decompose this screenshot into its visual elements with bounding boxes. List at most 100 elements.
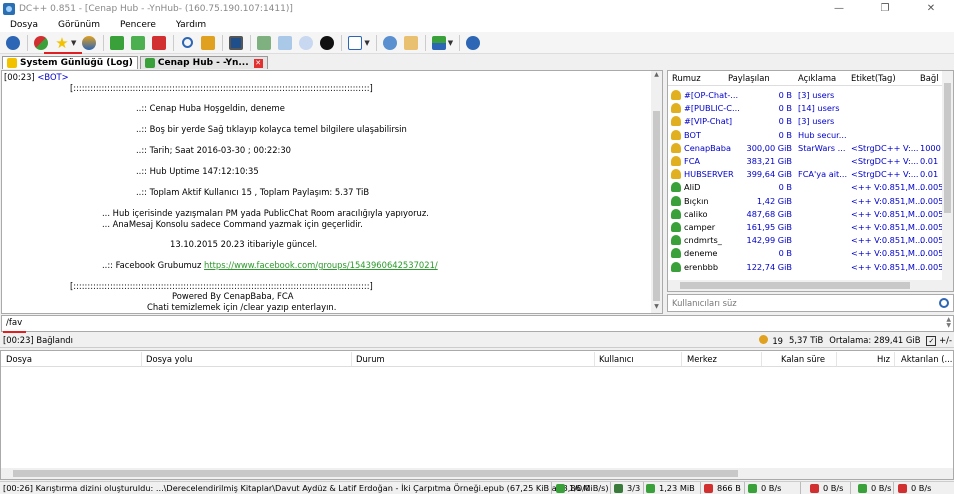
chat-line: Powered By CenapBaba, FCA	[172, 291, 294, 301]
recent-hubs-button[interactable]	[296, 34, 316, 52]
scrollbar-thumb[interactable]	[680, 282, 910, 289]
column-transferred[interactable]: Aktarılan (...	[901, 354, 952, 364]
user-row[interactable]: #[VIP-Chat] 0 B [3] users	[668, 115, 944, 128]
column-tag[interactable]: Etiket(Tag)	[851, 73, 896, 83]
user-share: 0 B	[778, 182, 792, 193]
scrollbar-thumb[interactable]	[944, 83, 951, 213]
column-file[interactable]: Dosya	[6, 354, 32, 364]
column-divider[interactable]	[141, 352, 142, 366]
user-row[interactable]: #[PUBLIC-C... 0 B [14] users	[668, 102, 944, 115]
message-input[interactable]: /fav ▲ ▼	[1, 315, 954, 332]
finished-downloads-button[interactable]	[128, 34, 148, 52]
user-row[interactable]: BOT 0 B Hub secur...	[668, 129, 944, 142]
scroll-down-icon[interactable]: ▼	[651, 303, 662, 313]
column-description[interactable]: Açıklama	[798, 73, 836, 83]
tab-system-log[interactable]: System Günlüğü (Log)	[2, 56, 138, 69]
chat-nick[interactable]: <BOT>	[37, 72, 68, 82]
column-nick[interactable]: Rumuz	[672, 73, 701, 83]
search-icon	[181, 37, 193, 48]
restore-button[interactable]: ❐	[862, 0, 908, 17]
settings-wizard-button[interactable]	[345, 34, 365, 52]
column-divider[interactable]	[761, 352, 762, 366]
user-tag: <StrgDC++ V:...	[851, 142, 919, 153]
checkbox-icon[interactable]: ✓	[926, 336, 937, 346]
column-divider[interactable]	[836, 352, 837, 366]
chat-scrollbar[interactable]: ▲ ▼	[651, 71, 662, 313]
toolbar-separator	[27, 34, 28, 51]
column-connection[interactable]: Bağl	[920, 73, 939, 83]
reconnect-button[interactable]	[31, 34, 51, 52]
user-row[interactable]: #[OP-Chat-... 0 B [3] users	[668, 89, 944, 102]
scrollbar-thumb[interactable]	[653, 111, 660, 301]
close-button[interactable]: ✕	[908, 0, 954, 17]
tab-cenap-hub[interactable]: Cenap Hub - -Yn... ✕	[139, 56, 268, 69]
menu-file[interactable]: Dosya	[0, 20, 48, 30]
user-description: Hub secur...	[798, 129, 847, 140]
status-message: [00:26] Karıştırma dizini oluşturuldu: .…	[3, 483, 609, 493]
search-spy-button[interactable]	[226, 34, 246, 52]
column-divider[interactable]	[894, 352, 895, 366]
adl-search-button[interactable]	[198, 34, 218, 52]
scrollbar-thumb[interactable]	[13, 470, 738, 477]
minimize-button[interactable]: —	[816, 0, 862, 17]
column-status[interactable]: Durum	[356, 354, 385, 364]
network-button[interactable]	[429, 34, 449, 52]
uploaded-total: 866 B	[704, 483, 741, 493]
user-row[interactable]: erenbbb 122,74 GiB <++ V:0.851,M... 0.005	[668, 261, 944, 274]
user-filter-input[interactable]: Kullanıcıları süz	[667, 294, 954, 312]
user-row[interactable]: FCA 383,21 GiB <StrgDC++ V:... 0.01	[668, 155, 944, 168]
user-share: 399,64 GiB	[746, 169, 793, 180]
favorite-users-button[interactable]	[79, 34, 99, 52]
notepad-button[interactable]	[401, 34, 421, 52]
column-share[interactable]: Paylaşılan	[728, 73, 770, 83]
chat-timestamp: [00:23]	[4, 72, 35, 82]
user-list-hscrollbar[interactable]	[668, 280, 944, 291]
open-filelist-button[interactable]	[254, 34, 274, 52]
favorite-hubs-dropdown-icon[interactable]: ▼	[71, 39, 76, 47]
userlist-toggle[interactable]: ✓ +/-	[926, 335, 952, 346]
user-row[interactable]: camper 161,95 GiB <++ V:0.851,M... 0.005	[668, 221, 944, 234]
menu-view[interactable]: Görünüm	[48, 20, 110, 30]
column-speed[interactable]: Hız	[877, 354, 890, 364]
transfer-list[interactable]: Dosya Dosya yolu Durum Kullanıcı Merkez …	[0, 350, 954, 480]
help-icon	[466, 35, 481, 50]
netstats-button[interactable]	[317, 34, 337, 52]
settings-button[interactable]	[380, 34, 400, 52]
user-row[interactable]: caliko 487,68 GiB <++ V:0.851,M... 0.005	[668, 208, 944, 221]
column-user[interactable]: Kullanıcı	[599, 354, 634, 364]
column-divider[interactable]	[681, 352, 682, 366]
help-button[interactable]	[463, 34, 483, 52]
checklist-dropdown-icon[interactable]: ▼	[364, 39, 369, 47]
open-own-list-button[interactable]	[275, 34, 295, 52]
network-dropdown-icon[interactable]: ▼	[448, 39, 453, 47]
user-row[interactable]: Bıçkın 1,42 GiB <++ V:0.851,M... 0.005	[668, 195, 944, 208]
user-row[interactable]: cndmrts_ 142,99 GiB <++ V:0.851,M... 0.005	[668, 234, 944, 247]
user-row[interactable]: HUBSERVER 399,64 GiB FCA'ya ait... <StrgDC+…	[668, 168, 944, 181]
download-limit-icon	[858, 483, 867, 493]
user-row[interactable]: deneme 0 B <++ V:0.851,M... 0.005	[668, 247, 944, 260]
scroll-up-icon[interactable]: ▲	[651, 71, 662, 81]
column-hub[interactable]: Merkez	[687, 354, 717, 364]
upload-queue-button[interactable]	[149, 34, 169, 52]
menu-window[interactable]: Pencere	[110, 20, 166, 30]
column-path[interactable]: Dosya yolu	[146, 354, 192, 364]
facebook-link[interactable]: https://www.facebook.com/groups/15439606…	[204, 260, 438, 270]
search-button[interactable]	[177, 34, 197, 52]
user-list[interactable]: Rumuz Paylaşılan Açıklama Etiket(Tag) Ba…	[667, 70, 954, 292]
favorite-hubs-button[interactable]: ★	[52, 34, 72, 52]
column-divider[interactable]	[351, 352, 352, 366]
column-time-left[interactable]: Kalan süre	[781, 354, 825, 364]
public-hubs-button[interactable]	[3, 34, 23, 52]
user-row[interactable]: CenapBaba 300,00 GiB StarWars ... <StrgDC++…	[668, 142, 944, 155]
search-icon[interactable]	[939, 298, 949, 308]
chat-area[interactable]: [00:23] <BOT> [:::::::::::::::::::::::::…	[1, 70, 663, 314]
menu-help[interactable]: Yardım	[166, 20, 216, 30]
user-list-scrollbar[interactable]	[942, 71, 953, 291]
close-icon[interactable]: ✕	[253, 58, 263, 68]
user-row[interactable]: AliD 0 B <++ V:0.851,M... 0.005	[668, 181, 944, 194]
column-divider[interactable]	[594, 352, 595, 366]
input-scroll-icon[interactable]: ▲ ▼	[946, 317, 951, 329]
download-queue-button[interactable]	[107, 34, 127, 52]
transfer-hscrollbar[interactable]	[1, 468, 953, 479]
average-share: Ortalama: 289,41 GiB	[829, 335, 921, 345]
